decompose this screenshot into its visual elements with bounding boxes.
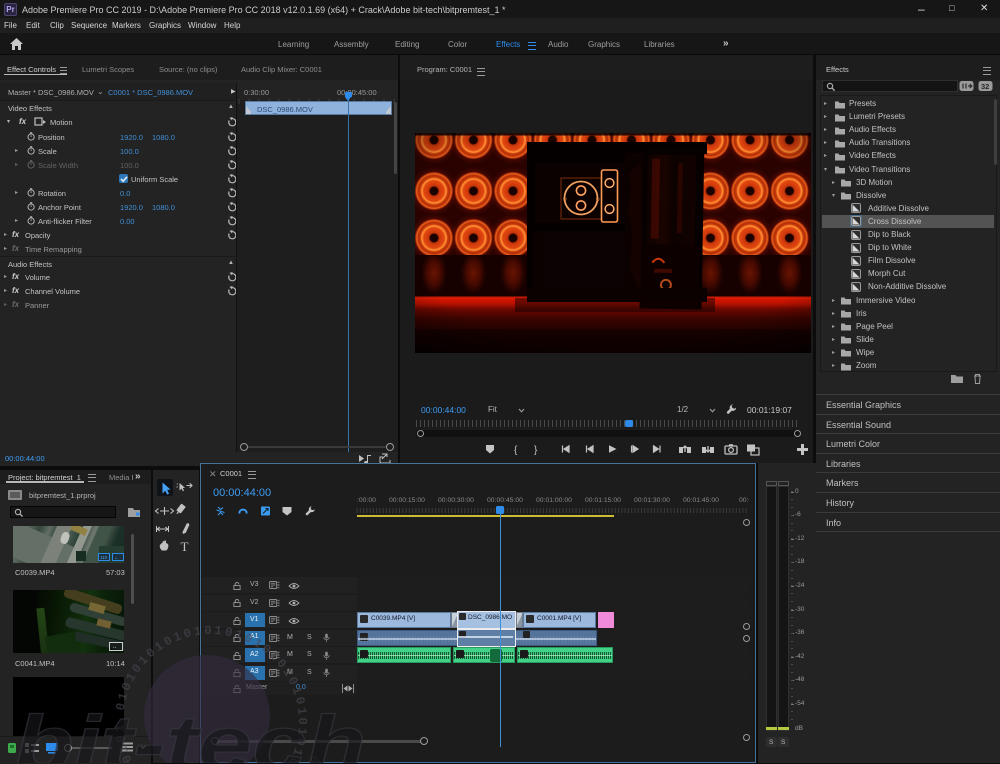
svg-text:{: { (514, 445, 518, 456)
svg-text:}: } (534, 445, 538, 456)
svg-text:T: T (181, 539, 189, 554)
svg-text:32: 32 (981, 82, 989, 91)
